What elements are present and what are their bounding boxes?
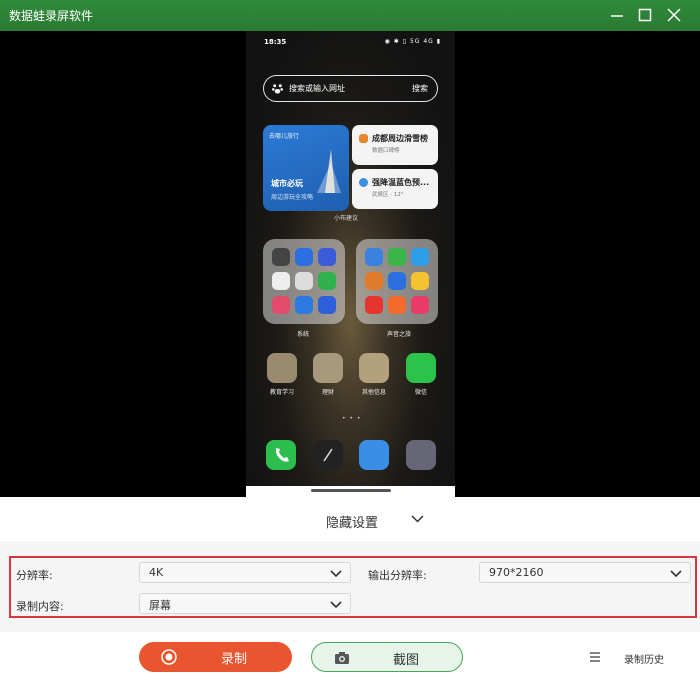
suggest-title: 强降温蓝色预... [372,178,430,187]
suggest-card[interactable]: 成都周边滑雪榜 数据口碑榜 [352,125,438,165]
app-label: 微信 [414,389,427,396]
app-icon [388,248,406,266]
netease-icon [365,296,383,314]
weather-icon [359,178,368,187]
folder-label: 系统 [297,331,310,338]
ranking-icon [359,134,368,143]
calculator-icon [295,272,313,290]
health-icon [272,296,290,314]
pen-icon [323,448,333,462]
search-go: 搜索 [412,84,428,93]
resolution-select[interactable]: 4K [139,562,351,583]
chevron-down-icon [330,570,342,578]
gesture-pill [311,489,391,492]
travel-card-title: 城市必玩 [271,179,303,188]
folder-audio[interactable] [356,239,438,324]
app-finance[interactable] [313,353,343,383]
settings-panel: 分辨率: 4K 输出分辨率: 970*2160 录制内容: 屏幕 [9,556,697,618]
output-resolution-select[interactable]: 970*2160 [479,562,691,583]
app-icon [295,248,313,266]
app-other[interactable] [359,353,389,383]
phone-screen: 18:35 ◉ ✱ ▯ 5G 4G ▮ 搜索或输入网址 搜索 去哪儿旅行 城市必… [246,31,455,497]
browser-search-bar[interactable]: 搜索或输入网址 搜索 [263,75,438,102]
camera-icon [335,652,349,664]
list-icon [590,652,600,662]
chevron-down-icon [670,570,682,578]
travel-card-header: 去哪儿旅行 [269,133,300,140]
app-icon [411,272,429,290]
app-icon [388,272,406,290]
suggest-subtitle: 武侯区 · 12° [372,192,404,198]
record-history-label: 录制历史 [624,655,664,666]
paw-icon [272,84,283,94]
folder-label: 声音之旅 [387,331,412,338]
app-title: 数据蛙录屏软件 [9,9,94,23]
app-icon [318,272,336,290]
gallery-app-icon[interactable] [406,440,436,470]
page-indicator: • • • [342,415,362,422]
suggest-subtitle: 数据口碑榜 [372,148,400,154]
settings-toggle[interactable]: 隐藏设置 [0,497,700,541]
app-education[interactable] [267,353,297,383]
app-icon [365,248,383,266]
search-placeholder: 搜索或输入网址 [289,84,345,93]
chevron-down-icon [330,601,342,609]
phone-icon[interactable] [266,440,296,470]
tower-icon [317,149,341,193]
settings-icon [272,248,290,266]
status-time: 18:35 [264,38,287,46]
wechat-icon[interactable] [406,353,436,383]
bottom-bar: 录制 截图 录制历史 [0,632,700,680]
close-icon [667,8,681,22]
gesture-bar [246,486,455,497]
suggest-card[interactable]: 强降温蓝色预... 武侯区 · 12° [352,169,438,209]
content-value: 屏幕 [149,599,171,612]
suggest-label: 小布建议 [334,215,359,222]
app-icon [388,296,406,314]
app-icon [411,248,429,266]
browser-app-icon[interactable] [359,440,389,470]
record-icon [161,649,177,665]
app-icon [411,296,429,314]
title-bar: 数据蛙录屏软件 [0,0,700,31]
maximize-icon [638,8,652,22]
chevron-down-icon [411,515,424,523]
maximize-button[interactable] [634,4,656,26]
output-resolution-label: 输出分辨率: [368,569,427,582]
close-button[interactable] [663,4,685,26]
status-icons: ◉ ✱ ▯ 5G 4G ▮ [384,38,441,45]
app-label: 其他信息 [361,389,386,396]
app-label: 理财 [321,389,334,396]
app-icon [318,248,336,266]
suggest-title: 成都周边滑雪榜 [372,134,428,143]
screenshot-button[interactable]: 截图 [311,642,463,672]
settings-toggle-label: 隐藏设置 [326,516,379,531]
minimize-icon [611,15,623,17]
folder-system[interactable] [263,239,345,324]
wifi-icon [318,296,336,314]
calendar-icon [272,272,290,290]
minimize-button[interactable] [606,4,628,26]
files-icon [295,296,313,314]
content-select[interactable]: 屏幕 [139,593,351,614]
output-resolution-value: 970*2160 [489,566,544,579]
record-button[interactable]: 录制 [139,642,292,672]
screenshot-label: 截图 [393,653,420,668]
resolution-label: 分辨率: [16,569,53,582]
resolution-value: 4K [149,566,164,579]
travel-card[interactable]: 去哪儿旅行 城市必玩 周边游玩全攻略 [263,125,349,211]
content-label: 录制内容: [16,600,64,613]
pen-app-icon[interactable] [313,440,343,470]
app-label: 教育学习 [269,389,294,396]
screen-preview: 18:35 ◉ ✱ ▯ 5G 4G ▮ 搜索或输入网址 搜索 去哪儿旅行 城市必… [0,31,700,497]
record-label: 录制 [221,652,248,667]
travel-card-subtitle: 周边游玩全攻略 [271,194,314,201]
app-icon [365,272,383,290]
handset-icon [275,448,289,462]
